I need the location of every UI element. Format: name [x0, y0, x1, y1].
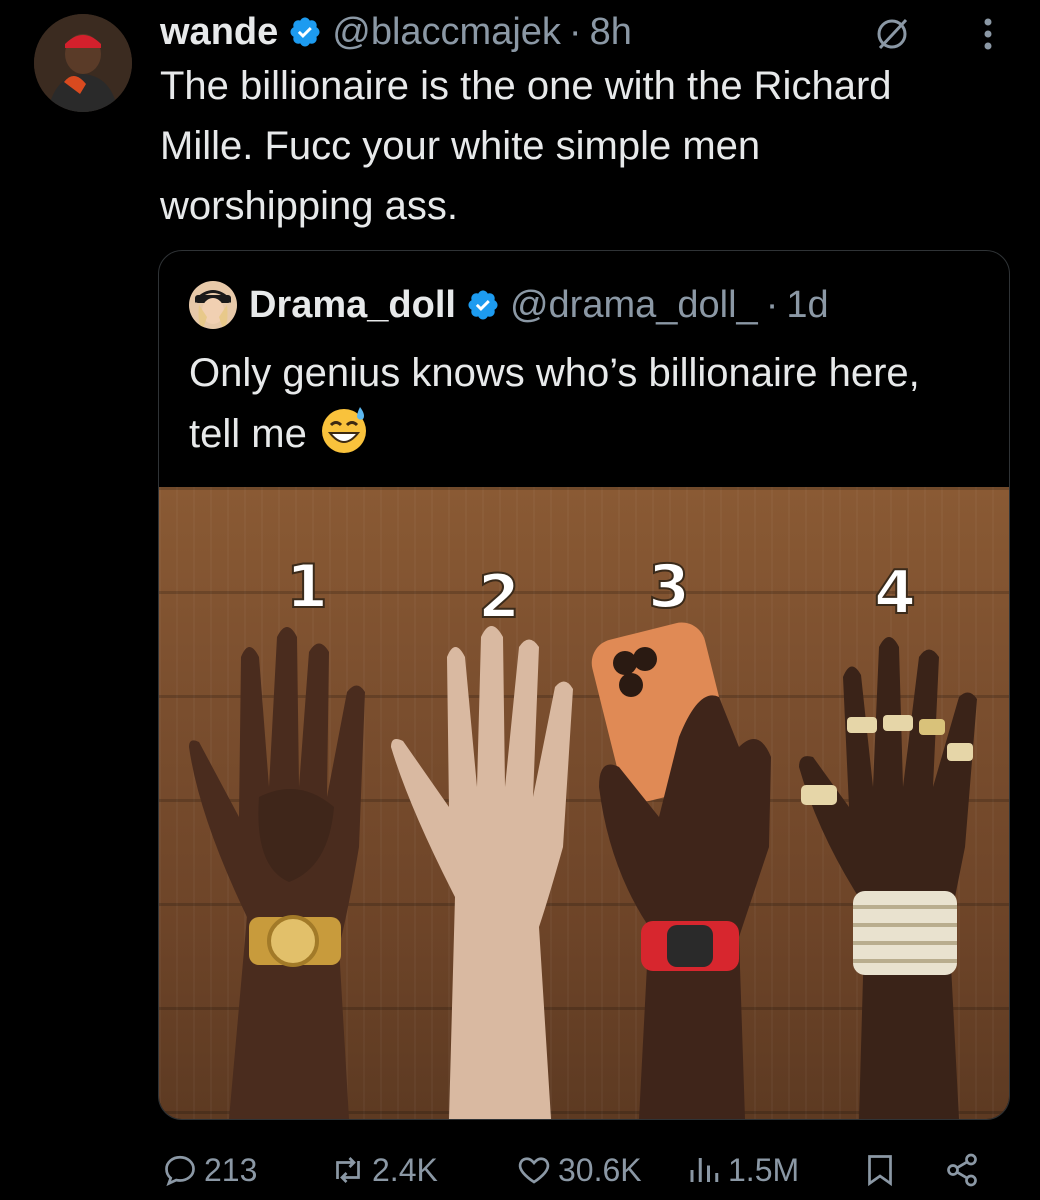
avatar-image [34, 14, 132, 112]
reply-button[interactable]: 213 [162, 1140, 257, 1200]
quote-text: Only genius knows who’s billionaire here… [189, 351, 920, 456]
quote-text-block: Only genius knows who’s billionaire here… [189, 343, 979, 464]
like-button[interactable]: 30.6K [516, 1140, 642, 1200]
quote-avatar-image [189, 281, 237, 329]
verified-badge-icon [290, 17, 320, 47]
author-name[interactable]: wande [160, 11, 278, 54]
repost-count: 2.4K [372, 1151, 438, 1188]
number-labels: 1 2 3 4 [285, 551, 917, 633]
repost-button[interactable]: 2.4K [330, 1140, 438, 1200]
label-1: 1 [286, 552, 328, 622]
verified-badge-icon [468, 290, 498, 320]
grinning-sweat-emoji-icon [321, 407, 366, 453]
views-count: 1.5M [728, 1151, 800, 1188]
bookmark-icon [868, 1155, 892, 1187]
separator-dot: · [765, 283, 779, 326]
reply-count: 213 [204, 1151, 258, 1188]
tweet-header: wande @blaccmajek · 8h [160, 6, 632, 58]
bookmark-button[interactable] [862, 1140, 898, 1200]
action-bar: 213 2.4K 30.6K 1.5M [0, 1140, 1040, 1200]
quote-header: Drama_doll @drama_doll_ · 1d [189, 279, 829, 331]
label-3: 3 [648, 552, 690, 622]
quote-author-name[interactable]: Drama_doll [249, 284, 456, 327]
share-icon [947, 1153, 977, 1187]
like-count: 30.6K [558, 1151, 642, 1188]
more-icon[interactable] [976, 14, 1000, 54]
repost-icon [336, 1157, 360, 1183]
author-avatar[interactable] [34, 14, 132, 112]
author-handle[interactable]: @blaccmajek [332, 11, 561, 54]
quote-media-image[interactable]: 1 2 3 4 [159, 487, 1009, 1119]
quote-time[interactable]: 1d [786, 284, 828, 327]
share-button[interactable] [944, 1140, 980, 1200]
quoted-tweet[interactable]: Drama_doll @drama_doll_ · 1d Only genius… [158, 250, 1010, 1120]
grok-icon[interactable] [872, 14, 912, 54]
separator-dot: · [568, 10, 582, 53]
quote-author-handle[interactable]: @drama_doll_ [510, 284, 758, 327]
tweet-text: The billionaire is the one with the Rich… [160, 64, 892, 228]
label-4: 4 [874, 558, 916, 628]
tweet-time[interactable]: 8h [590, 11, 632, 54]
like-icon [518, 1157, 550, 1184]
reply-icon [165, 1155, 195, 1187]
quote-avatar[interactable] [189, 281, 237, 329]
views-button[interactable]: 1.5M [686, 1140, 799, 1200]
label-2: 2 [478, 562, 520, 632]
views-icon [690, 1158, 719, 1182]
